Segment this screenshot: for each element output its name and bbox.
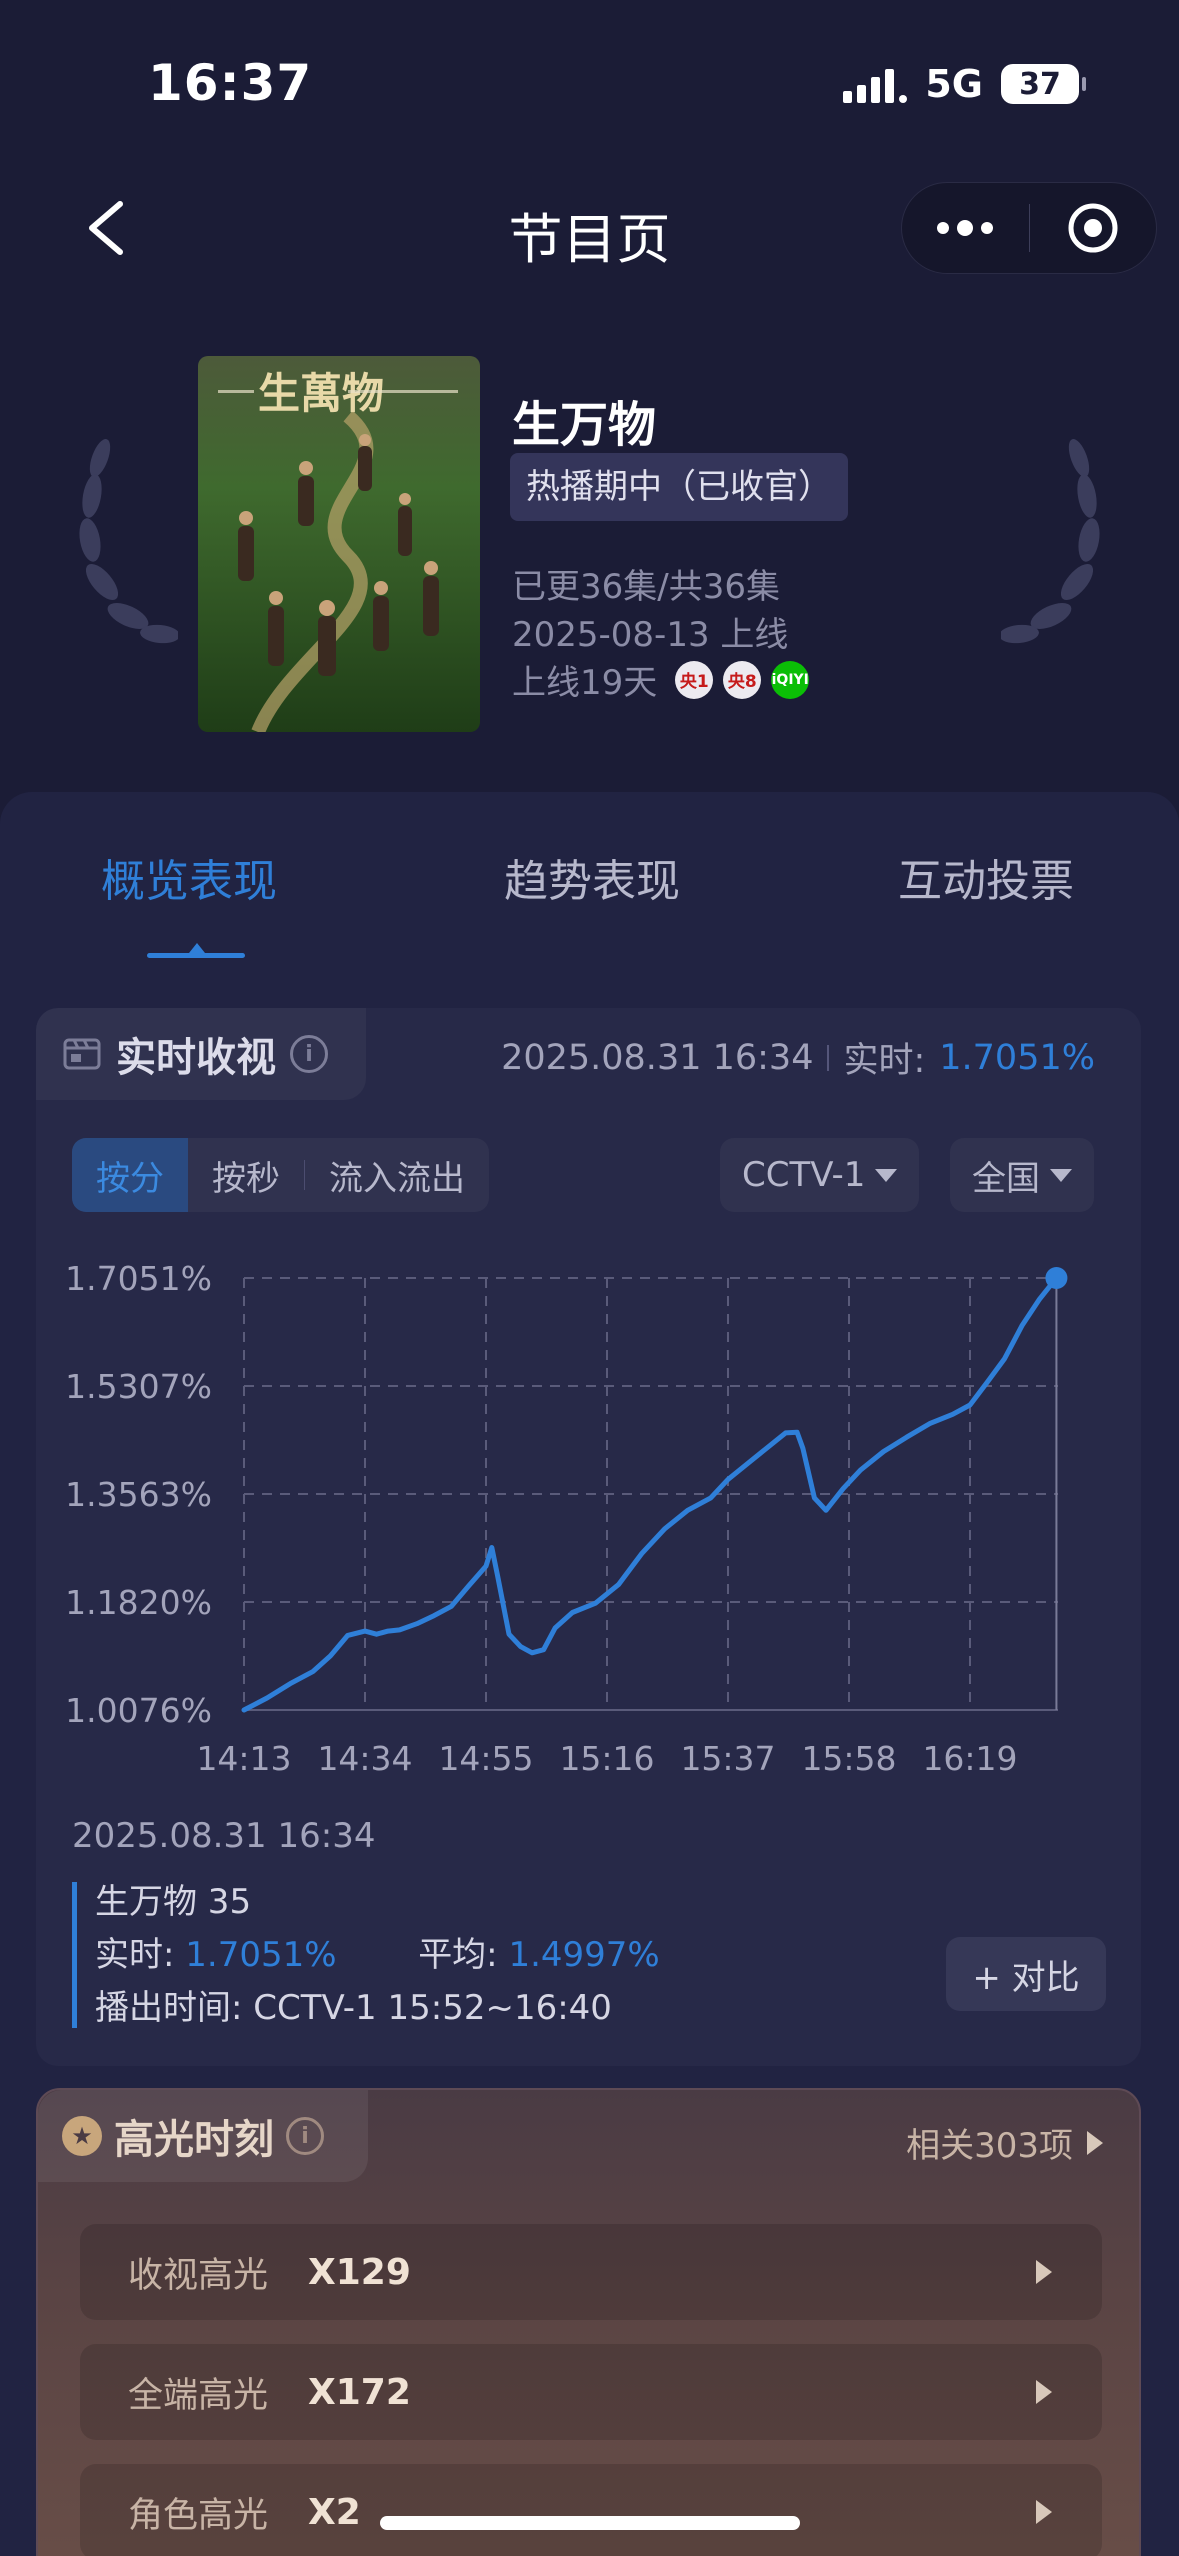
x-tick-label: 14:55	[438, 1739, 533, 1778]
cctv1-channel-icon: 央1	[675, 660, 714, 699]
x-tick-label: 15:37	[680, 1739, 775, 1778]
status-time: 16:37	[148, 54, 313, 112]
chevron-down-icon	[875, 1168, 898, 1182]
realtime-title: 实时收视	[116, 1035, 276, 1081]
status-badge: 热播期中（已收官）	[510, 453, 848, 521]
info-icon[interactable]: i	[290, 1035, 328, 1073]
highlight-row[interactable]: 收视高光 X129	[80, 2224, 1102, 2320]
highlight-value: X2	[308, 2491, 361, 2533]
poster-title: 生萬物	[258, 369, 384, 418]
highlight-label: 全端高光	[128, 2375, 269, 2416]
highlights-related-count: 相关303项	[906, 2126, 1073, 2166]
channel-dropdown[interactable]: CCTV-1	[720, 1138, 920, 1212]
detail-avg-value: 1.4997%	[508, 1935, 660, 1975]
y-tick-label: 1.5307%	[65, 1367, 212, 1406]
segment-flow[interactable]: 流入流出	[305, 1138, 489, 1212]
detail-show-line: 生万物 35	[95, 1882, 252, 1922]
highlights-related-link[interactable]: 相关303项	[906, 2118, 1103, 2167]
iqiyi-channel-icon: iQIYI	[771, 660, 810, 699]
close-mini-program-icon[interactable]	[1029, 183, 1156, 273]
detail-avg-label: 平均:	[418, 1935, 498, 1975]
x-tick-label: 14:34	[317, 1739, 412, 1778]
home-indicator	[380, 2516, 800, 2530]
status-indicators: 5G 37	[843, 62, 1086, 106]
more-icon[interactable]	[902, 183, 1029, 273]
chevron-down-icon	[1050, 1168, 1072, 1182]
show-title: 生万物	[512, 397, 657, 453]
highlight-label: 角色高光	[128, 2495, 269, 2536]
detail-box: 生万物 35 实时: 1.7051% 平均: 1.4997% 播出时间: CCT…	[72, 1882, 672, 2028]
tab-trend[interactable]: 趋势表现	[504, 845, 680, 909]
highlight-row[interactable]: 全端高光 X172	[80, 2344, 1102, 2440]
battery-icon: 37	[1001, 64, 1086, 104]
detail-datetime: 2025.08.31 16:34	[72, 1816, 376, 1856]
highlight-label: 收视高光	[128, 2255, 269, 2296]
info-icon[interactable]: i	[286, 2117, 324, 2155]
network-type: 5G	[925, 62, 983, 106]
ratings-line-chart[interactable]: 1.7051% 1.5307% 1.3563% 1.1820% 1.0076% 14:13…	[0, 1240, 1179, 1780]
detail-values: 实时: 1.7051% 平均: 1.4997%	[95, 1935, 672, 1988]
release-date: 2025-08-13 上线	[512, 615, 789, 655]
cctv8-channel-icon: 央8	[723, 660, 762, 699]
granularity-segment: 按分 按秒 流入流出	[72, 1138, 489, 1212]
show-poster[interactable]: 生萬物	[198, 356, 480, 732]
highlights-title: 高光时刻	[114, 2117, 274, 2163]
segment-by-minute[interactable]: 按分	[72, 1138, 188, 1212]
highlight-value: X172	[308, 2371, 411, 2413]
x-tick-label: 15:16	[559, 1739, 654, 1778]
episode-count: 已更36集/共36集	[512, 567, 780, 607]
realtime-live-value: 1.7051%	[939, 1037, 1095, 1078]
y-tick-label: 1.0076%	[65, 1691, 212, 1730]
days-online-row: 上线19天 央1 央8 iQIYI	[512, 655, 810, 704]
play-icon	[1036, 2380, 1052, 2404]
play-icon	[1087, 2130, 1103, 2155]
region-dropdown[interactable]: 全国	[950, 1138, 1094, 1212]
play-icon	[1036, 2500, 1052, 2524]
realtime-header: 实时收视 i	[36, 1008, 366, 1100]
tv-icon	[63, 1038, 101, 1070]
y-tick-label: 1.3563%	[65, 1475, 212, 1514]
star-icon: ★	[62, 2116, 102, 2156]
laurel-left-icon	[79, 439, 178, 644]
y-tick-label: 1.7051%	[65, 1259, 212, 1298]
realtime-live-label: 实时:	[843, 1041, 926, 1081]
region-value: 全国	[972, 1158, 1040, 1199]
tab-overview[interactable]: 概览表现	[101, 845, 277, 909]
x-tick-label: 14:13	[196, 1739, 291, 1778]
detail-airtime: 播出时间: CCTV-1 15:52~16:40	[95, 1988, 612, 2028]
current-point-marker	[1045, 1267, 1068, 1289]
highlight-row[interactable]: 角色高光 X2	[80, 2464, 1102, 2556]
signal-icon	[843, 65, 908, 103]
highlight-value: X129	[308, 2251, 411, 2293]
channel-value: CCTV-1	[742, 1155, 866, 1195]
play-icon	[1036, 2260, 1052, 2284]
compare-button[interactable]: + 对比	[946, 1937, 1106, 2011]
mini-program-capsule	[901, 182, 1157, 274]
realtime-datetime: 2025.08.31 16:34	[501, 1037, 814, 1078]
highlights-card: ★ 高光时刻 i 相关303项 收视高光 X129 全端高光 X172 角色高光…	[36, 2088, 1141, 2556]
segment-by-second[interactable]: 按秒	[188, 1138, 304, 1212]
realtime-summary: 2025.08.31 16:34 实时: 1.7051%	[501, 1032, 1095, 1083]
laurel-right-icon	[1001, 439, 1100, 644]
tab-vote[interactable]: 互动投票	[898, 845, 1074, 909]
detail-live-label: 实时:	[95, 1935, 175, 1975]
x-tick-label: 16:19	[922, 1739, 1017, 1778]
days-online: 上线19天	[512, 663, 658, 703]
highlights-header: ★ 高光时刻 i	[38, 2090, 368, 2182]
y-tick-label: 1.1820%	[65, 1583, 212, 1622]
tab-indicator	[147, 943, 245, 958]
detail-live-value: 1.7051%	[185, 1935, 337, 1975]
x-tick-label: 15:58	[801, 1739, 896, 1778]
